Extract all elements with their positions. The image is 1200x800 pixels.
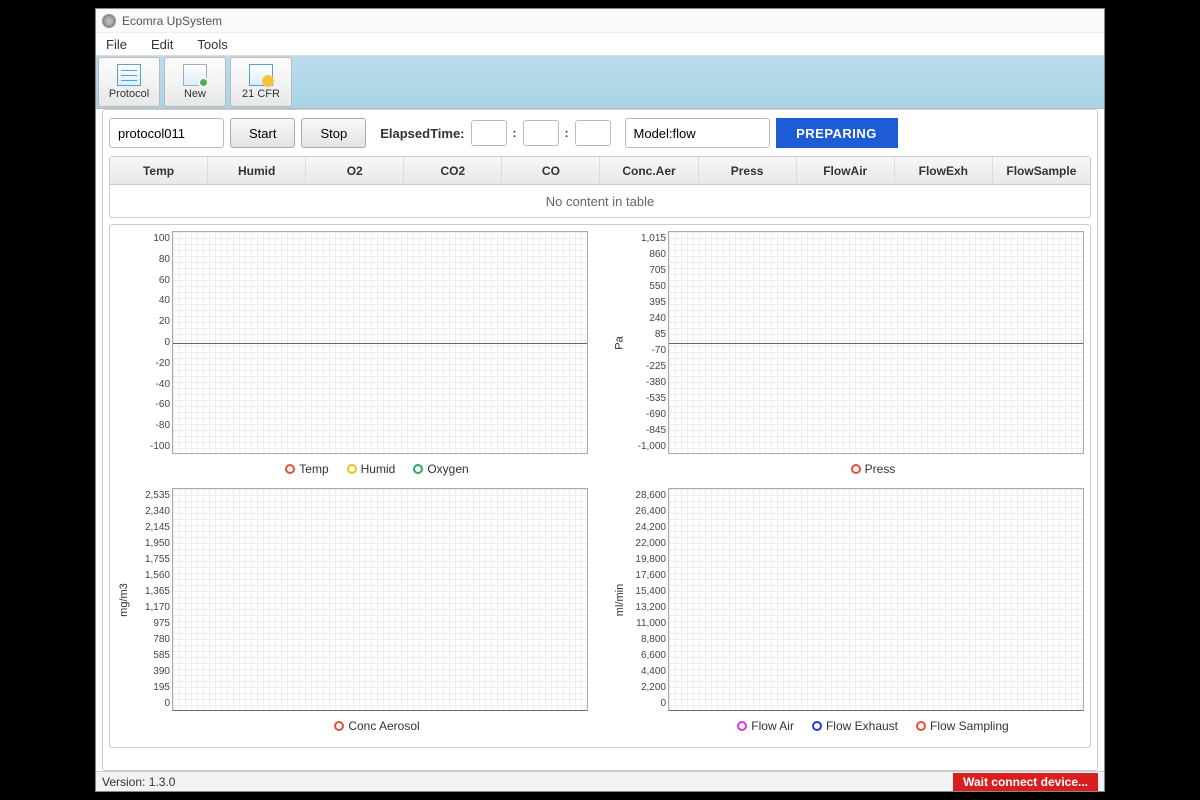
cfr-label: 21 CFR [242,88,280,100]
column-flowsample[interactable]: FlowSample [993,157,1090,184]
column-flowexh[interactable]: FlowExh [895,157,993,184]
legend-marker-icon [916,721,926,731]
cfr-button[interactable]: 21 CFR [230,57,292,107]
plot-area[interactable] [172,488,588,711]
start-button[interactable]: Start [230,118,295,148]
new-button[interactable]: New [164,57,226,107]
column-co2[interactable]: CO2 [404,157,502,184]
elapsed-minutes[interactable] [523,120,559,146]
legend-item[interactable]: Flow Exhaust [812,719,898,733]
connect-status: Wait connect device... [953,773,1098,791]
legend: Temp Humid Oxygen [166,454,588,484]
column-press[interactable]: Press [699,157,797,184]
new-label: New [184,88,206,100]
column-flowair[interactable]: FlowAir [797,157,895,184]
menu-tools[interactable]: Tools [197,37,227,52]
legend-marker-icon [737,721,747,731]
charts-panel: 100806040200-20-40-60-80-100 Temp Humid Oxy… [109,224,1091,748]
column-temp[interactable]: Temp [110,157,208,184]
legend-label: Temp [299,462,328,476]
app-window: Ecomra UpSystem File Edit Tools Protocol… [95,8,1105,792]
legend-marker-icon [851,464,861,474]
legend-item[interactable]: Flow Air [737,719,794,733]
legend-marker-icon [347,464,357,474]
plot-area[interactable] [668,231,1084,454]
legend-item[interactable]: Humid [347,462,396,476]
protocol-button[interactable]: Protocol [98,57,160,107]
yticks: 1,01586070555039524085-70-225-380-535-69… [628,231,668,454]
ylabel: ml/min [612,488,628,711]
legend-item[interactable]: Conc Aerosol [334,719,419,733]
colon2: : [565,126,569,140]
ylabel: Pa [612,231,628,454]
legend-label: Flow Air [751,719,794,733]
titlebar: Ecomra UpSystem [96,9,1104,33]
protocol-icon [117,64,141,86]
column-co[interactable]: CO [502,157,600,184]
table-empty-msg: No content in table [110,185,1090,217]
legend-label: Oxygen [427,462,468,476]
legend-label: Humid [361,462,396,476]
yticks: 100806040200-20-40-60-80-100 [132,231,172,454]
legend: Conc Aerosol [166,711,588,741]
legend-marker-icon [334,721,344,731]
legend-item[interactable]: Temp [285,462,328,476]
toolbar: Protocol New 21 CFR [96,55,1104,109]
version-label: Version: 1.3.0 [102,775,175,789]
chart-1: Pa1,01586070555039524085-70-225-380-535-… [612,231,1084,484]
data-table: TempHumidO2CO2COConc.AerPressFlowAirFlow… [109,156,1091,218]
column-humid[interactable]: Humid [208,157,306,184]
elapsed-label: ElapsedTime: [380,126,464,141]
yticks: 2,5352,3402,1451,9501,7551,5601,3651,170… [132,488,172,711]
menubar: File Edit Tools [96,33,1104,55]
status-badge: PREPARING [776,118,898,148]
content-panel: Start Stop ElapsedTime: : : PREPARING Te… [102,109,1098,771]
yticks: 28,60026,40024,20022,00019,80017,60015,4… [628,488,668,711]
legend-label: Flow Exhaust [826,719,898,733]
plot-area[interactable] [668,488,1084,711]
new-icon [183,64,207,86]
column-o2[interactable]: O2 [306,157,404,184]
legend-label: Flow Sampling [930,719,1009,733]
cfr-icon [249,64,273,86]
chart-2: mg/m32,5352,3402,1451,9501,7551,5601,365… [116,488,588,741]
legend-marker-icon [413,464,423,474]
protocol-name-input[interactable] [109,118,224,148]
legend-item[interactable]: Flow Sampling [916,719,1009,733]
menu-file[interactable]: File [106,37,127,52]
ylabel: mg/m3 [116,488,132,711]
control-row: Start Stop ElapsedTime: : : PREPARING [109,116,1091,150]
app-title: Ecomra UpSystem [122,14,222,28]
legend-label: Conc Aerosol [348,719,419,733]
column-conc.aer[interactable]: Conc.Aer [600,157,698,184]
elapsed-hours[interactable] [471,120,507,146]
statusbar: Version: 1.3.0 Wait connect device... [96,771,1104,791]
legend-label: Press [865,462,896,476]
legend-item[interactable]: Oxygen [413,462,468,476]
legend: Flow Air Flow Exhaust Flow Sampling [662,711,1084,741]
chart-3: ml/min28,60026,40024,20022,00019,80017,6… [612,488,1084,741]
legend-marker-icon [285,464,295,474]
menu-edit[interactable]: Edit [151,37,173,52]
protocol-label: Protocol [109,88,149,100]
legend: Press [662,454,1084,484]
table-header: TempHumidO2CO2COConc.AerPressFlowAirFlow… [110,157,1090,185]
elapsed-seconds[interactable] [575,120,611,146]
ylabel [116,231,132,454]
chart-0: 100806040200-20-40-60-80-100 Temp Humid Oxy… [116,231,588,484]
model-input[interactable] [625,118,770,148]
app-icon [102,14,116,28]
colon1: : [513,126,517,140]
plot-area[interactable] [172,231,588,454]
stop-button[interactable]: Stop [301,118,366,148]
legend-item[interactable]: Press [851,462,896,476]
legend-marker-icon [812,721,822,731]
